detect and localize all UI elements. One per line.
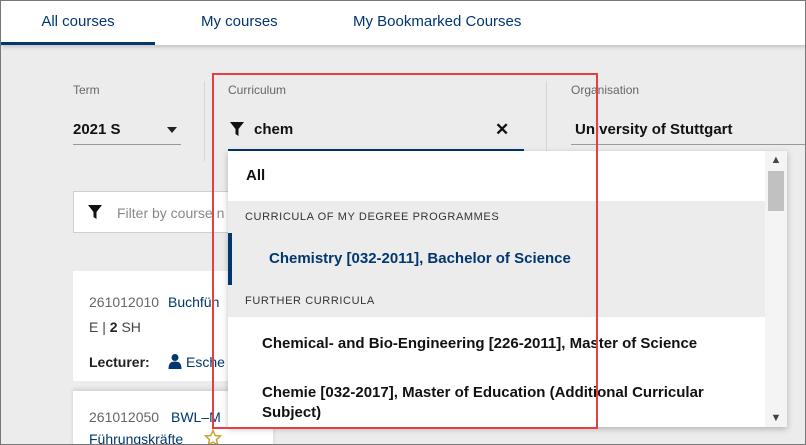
scroll-up-icon[interactable]: ▲ bbox=[765, 151, 787, 169]
course-type-sh: E | 2 SH bbox=[89, 319, 141, 335]
tab-my-courses[interactable]: My courses bbox=[201, 1, 278, 45]
tab-bar: All courses My courses My Bookmarked Cou… bbox=[1, 1, 805, 45]
curriculum-search-input[interactable]: chem bbox=[254, 121, 293, 138]
course-number: 261012050 bbox=[89, 409, 160, 425]
caret-down-icon[interactable] bbox=[167, 127, 177, 133]
dropdown-group-header: FURTHER CURRICULA bbox=[228, 285, 765, 317]
course-sh-unit: SH bbox=[121, 319, 141, 335]
tab-my-bookmarked-courses[interactable]: My Bookmarked Courses bbox=[353, 1, 521, 45]
bookmark-star-icon[interactable] bbox=[204, 429, 222, 445]
curriculum-label: Curriculum bbox=[228, 83, 287, 97]
term-label: Term bbox=[73, 83, 100, 97]
course-filter-placeholder: Filter by course n bbox=[117, 205, 225, 221]
tab-all-courses[interactable]: All courses bbox=[1, 1, 155, 45]
curriculum-dropdown: All CURRICULA OF MY DEGREE PROGRAMMES Ch… bbox=[228, 151, 787, 427]
dropdown-group-header: CURRICULA OF MY DEGREE PROGRAMMES bbox=[228, 201, 765, 233]
app-window: All courses My courses My Bookmarked Cou… bbox=[0, 0, 806, 445]
scrollbar-thumb[interactable] bbox=[768, 171, 784, 211]
organisation-label: Organisation bbox=[571, 83, 640, 97]
dropdown-option[interactable]: Chemie [032-2017], Master of Education (… bbox=[228, 383, 728, 423]
course-sh-value: 2 bbox=[109, 319, 118, 335]
course-number: 261012010 bbox=[89, 294, 160, 310]
dropdown-option-all[interactable]: All bbox=[228, 151, 765, 201]
term-select[interactable]: 2021 S bbox=[73, 121, 121, 138]
dropdown-option-selected[interactable]: Chemistry [032-2011], Bachelor of Scienc… bbox=[228, 233, 765, 285]
lecturer-link[interactable]: Esche bbox=[186, 354, 225, 370]
course-title-link[interactable]: BWL–M bbox=[171, 409, 221, 425]
dropdown-option[interactable]: Chemical- and Bio-Engineering [226-2011]… bbox=[228, 317, 765, 371]
filter-icon bbox=[230, 122, 244, 136]
lecturer-label: Lecturer: bbox=[89, 354, 150, 370]
divider bbox=[204, 81, 205, 161]
organisation-underline bbox=[571, 144, 805, 145]
close-icon[interactable]: ✕ bbox=[495, 121, 509, 139]
dropdown-scrollbar[interactable]: ▲ ▼ bbox=[765, 151, 787, 427]
filter-icon bbox=[88, 205, 102, 219]
term-underline bbox=[73, 144, 181, 145]
course-title-link-line2[interactable]: Führungskräfte bbox=[89, 431, 183, 444]
scroll-down-icon[interactable]: ▼ bbox=[765, 409, 787, 427]
divider bbox=[546, 81, 547, 161]
course-title-link[interactable]: Buchfüh bbox=[168, 294, 219, 310]
organisation-select[interactable]: University of Stuttgart bbox=[575, 121, 733, 138]
course-type: E bbox=[89, 319, 99, 335]
person-icon bbox=[168, 354, 182, 369]
